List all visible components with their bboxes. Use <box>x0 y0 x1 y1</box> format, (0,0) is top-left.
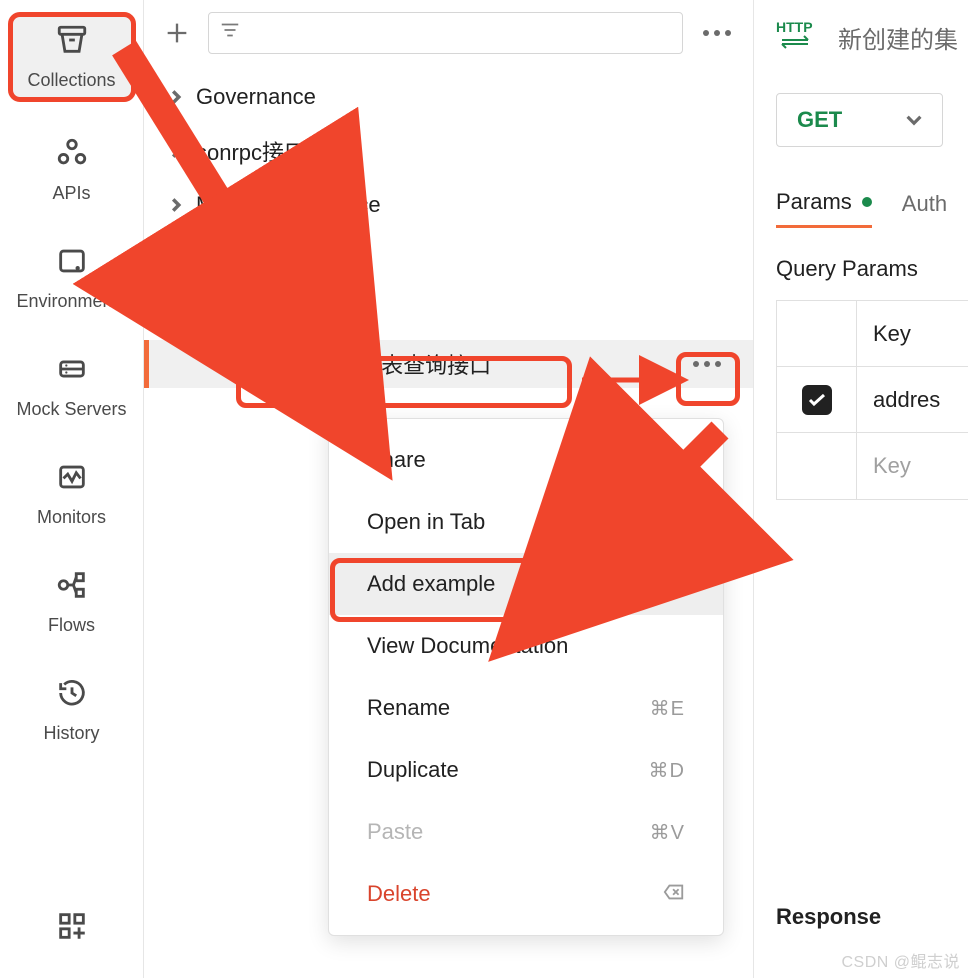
param-key-placeholder[interactable]: Key <box>857 433 968 499</box>
collection-label: 中继 外部接口 <box>196 243 334 275</box>
table-row-empty[interactable]: Key <box>777 433 968 499</box>
ctx-rename[interactable]: Rename⌘E <box>329 677 723 739</box>
request-pane: HTTP 新创建的集 GET Params Auth Query Params … <box>754 0 968 978</box>
sidebar-item-collections[interactable]: Collections <box>8 12 136 102</box>
add-button[interactable] <box>158 14 196 52</box>
request-item[interactable]: GET 治理数据报表查询接口 <box>144 340 753 388</box>
collection-item[interactable]: sonrpc接口 <box>144 124 753 178</box>
method-badge: GET <box>220 353 261 376</box>
chevron-right-icon <box>168 144 184 158</box>
sidebar-item-history[interactable]: History <box>8 670 136 750</box>
chevron-right-icon <box>168 252 184 266</box>
environments-icon <box>55 244 89 283</box>
table-row[interactable]: addres <box>777 367 968 433</box>
ctx-duplicate[interactable]: Duplicate⌘D <box>329 739 723 801</box>
mock-servers-icon <box>55 352 89 391</box>
query-params-title: Query Params <box>776 256 968 282</box>
request-title: 新创建的集 <box>838 20 958 55</box>
collections-tree: Governance sonrpc接口 Mock_Governance 中继 外… <box>144 66 753 388</box>
svg-text:HTTP: HTTP <box>776 19 813 35</box>
apis-icon <box>55 136 89 175</box>
sidebar-item-monitors[interactable]: Monitors <box>8 454 136 534</box>
method-select[interactable]: GET <box>776 93 943 147</box>
collection-item-expanded[interactable]: 新创建的集合 <box>144 286 753 340</box>
grid-plus-icon <box>55 909 89 948</box>
collection-label: 新创建的集合 <box>196 297 328 329</box>
request-more-button[interactable] <box>685 346 729 382</box>
response-title: Response <box>776 904 881 930</box>
collection-item[interactable]: Governance <box>144 70 753 124</box>
request-name: 治理数据报表查询接口 <box>271 348 491 380</box>
table-header-row: Key <box>777 301 968 367</box>
checkbox-checked[interactable] <box>802 385 832 415</box>
sidebar-item-mock-servers[interactable]: Mock Servers <box>8 346 136 426</box>
watermark: CSDN @鲲志说 <box>841 948 960 972</box>
method-label: GET <box>797 107 842 133</box>
sidebar-item-label: History <box>43 723 99 744</box>
chevron-down-icon <box>906 112 922 128</box>
ctx-delete[interactable]: Delete <box>329 863 723 925</box>
context-menu: Share Open in Tab Add example View Docum… <box>328 418 724 936</box>
header-key: Key <box>857 301 968 366</box>
collection-label: Governance <box>196 84 316 110</box>
sidebar-item-label: Collections <box>27 70 115 91</box>
chevron-right-icon <box>168 90 184 104</box>
collection-item[interactable]: Mock_Governance <box>144 178 753 232</box>
archive-icon <box>55 23 89 62</box>
tab-label: Params <box>776 189 852 215</box>
collection-label: Mock_Governance <box>196 192 381 218</box>
panel-more-button[interactable] <box>695 24 739 42</box>
backspace-icon <box>663 881 685 907</box>
monitors-icon <box>55 460 89 499</box>
sidebar-item-flows[interactable]: Flows <box>8 562 136 642</box>
sidebar-item-label: Flows <box>48 615 95 636</box>
ctx-paste: Paste⌘V <box>329 801 723 863</box>
tab-label: Auth <box>902 191 947 217</box>
chevron-right-icon <box>168 198 184 212</box>
param-key[interactable]: addres <box>857 367 968 432</box>
sidebar-item-label: Monitors <box>37 507 106 528</box>
chevron-down-icon <box>168 306 184 320</box>
ctx-add-example[interactable]: Add example <box>329 553 723 615</box>
sidebar-item-apis[interactable]: APIs <box>8 130 136 210</box>
tab-params[interactable]: Params <box>776 189 872 228</box>
filter-input[interactable] <box>208 12 683 54</box>
sidebar-item-more[interactable] <box>8 903 136 954</box>
sidebar-item-label: Environments <box>16 291 126 312</box>
collection-item[interactable]: 中继 外部接口 <box>144 232 753 286</box>
active-dot-icon <box>862 197 872 207</box>
sidebar-item-environments[interactable]: Environments <box>8 238 136 318</box>
sidebar-item-label: APIs <box>52 183 90 204</box>
flows-icon <box>55 568 89 607</box>
http-icon: HTTP <box>776 18 820 57</box>
query-params-table: Key addres Key <box>776 300 968 500</box>
ctx-view-docs[interactable]: View Documentation <box>329 615 723 677</box>
tab-auth[interactable]: Auth <box>902 189 947 228</box>
collection-label: sonrpc接口 <box>196 135 306 167</box>
history-icon <box>55 676 89 715</box>
ctx-open-in-tab[interactable]: Open in Tab <box>329 491 723 553</box>
left-sidebar: Collections APIs Environments Mock Serve… <box>0 0 144 978</box>
request-tabs: Params Auth <box>776 189 968 228</box>
filter-icon <box>219 19 241 47</box>
sidebar-item-label: Mock Servers <box>16 399 126 420</box>
ctx-share[interactable]: Share <box>329 429 723 491</box>
